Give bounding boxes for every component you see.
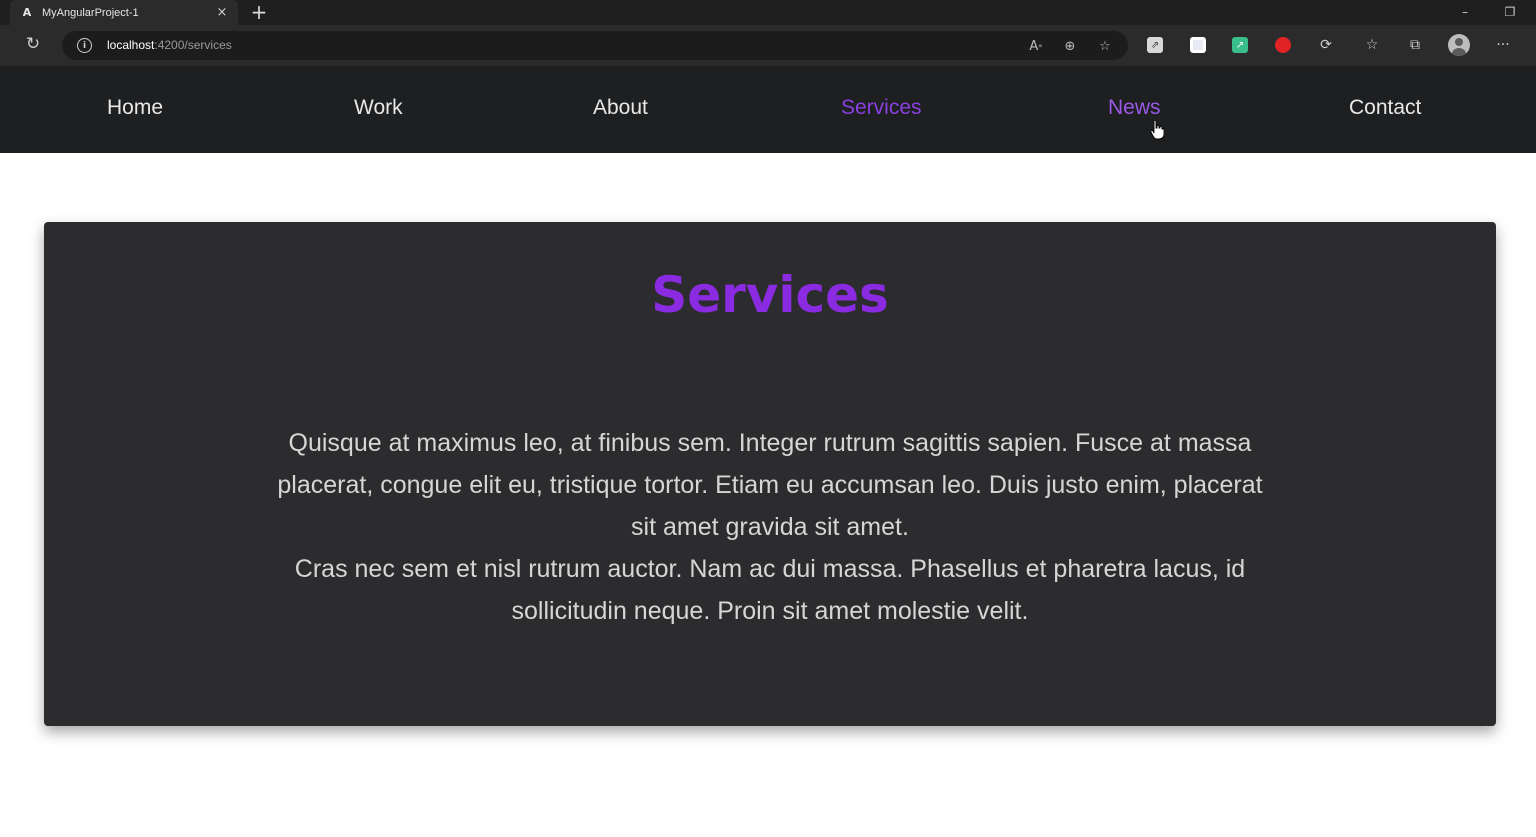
- collections-icon[interactable]: ⧉: [1405, 35, 1425, 55]
- angular-favicon-icon: A: [22, 6, 32, 19]
- page-title: Services: [651, 266, 889, 324]
- url-path: :4200/services: [154, 38, 232, 52]
- browser-tab-strip: A MyAngularProject-1 × + – ❐: [0, 0, 1536, 25]
- zoom-icon[interactable]: ⊕: [1060, 36, 1080, 56]
- minimize-button[interactable]: –: [1455, 3, 1475, 21]
- nav-news[interactable]: News: [1108, 96, 1161, 120]
- refresh-extension-icon[interactable]: ⟳: [1316, 35, 1336, 55]
- paragraph-2: Cras nec sem et nisl rutrum auctor. Nam …: [294, 555, 1246, 625]
- new-tab-button[interactable]: +: [248, 0, 270, 24]
- extension-icon-3[interactable]: ↗: [1230, 35, 1250, 55]
- services-description: Quisque at maximus leo, at finibus sem. …: [264, 422, 1276, 632]
- close-tab-icon[interactable]: ×: [214, 4, 230, 20]
- more-icon[interactable]: ···: [1493, 35, 1513, 55]
- nav-contact[interactable]: Contact: [1349, 96, 1421, 120]
- nav-about[interactable]: About: [593, 96, 648, 120]
- paragraph-1: Quisque at maximus leo, at finibus sem. …: [277, 429, 1263, 541]
- url-text[interactable]: localhost:4200/services: [107, 38, 232, 52]
- browser-tab[interactable]: A MyAngularProject-1 ×: [10, 0, 238, 25]
- read-aloud-icon[interactable]: A»: [1026, 36, 1046, 56]
- hand-cursor-icon: [1150, 120, 1164, 140]
- nav-home[interactable]: Home: [107, 96, 163, 120]
- address-bar[interactable]: i localhost:4200/services A» ⊕ ☆: [62, 31, 1128, 60]
- extension-icon-1[interactable]: ⇗: [1145, 35, 1165, 55]
- nav-work[interactable]: Work: [354, 96, 403, 120]
- extension-icon-2[interactable]: [1188, 35, 1208, 55]
- profile-avatar[interactable]: [1448, 34, 1470, 56]
- url-host: localhost: [107, 38, 155, 52]
- nav-services[interactable]: Services: [841, 96, 922, 120]
- reload-icon[interactable]: ↻: [22, 33, 44, 55]
- services-card: Services Quisque at maximus leo, at fini…: [44, 222, 1496, 726]
- add-favorite-icon[interactable]: ☆: [1095, 36, 1115, 56]
- site-navbar: Home Work About Services News Contact: [0, 66, 1536, 153]
- browser-toolbar: ↻ i localhost:4200/services A» ⊕ ☆ ⇗ ↗ ⟳…: [0, 25, 1536, 66]
- extension-icon-4[interactable]: [1273, 35, 1293, 55]
- restore-button[interactable]: ❐: [1500, 3, 1520, 21]
- tab-title: MyAngularProject-1: [42, 6, 139, 19]
- site-info-icon[interactable]: i: [77, 38, 92, 53]
- favorites-icon[interactable]: ☆: [1362, 35, 1382, 55]
